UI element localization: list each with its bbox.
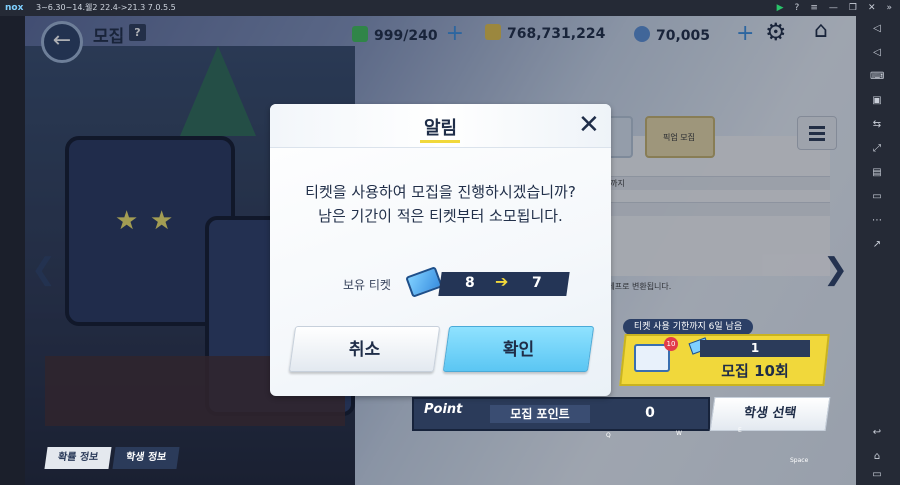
recruit-10-label: 모집 10회 <box>721 362 789 380</box>
recruit-point-label: 모집 포인트 <box>490 405 590 423</box>
volume-up-icon[interactable]: ◁ <box>870 22 884 36</box>
help-icon[interactable]: ? <box>795 0 800 16</box>
student-info-tab[interactable]: 학생 정보 <box>112 447 180 469</box>
emulator-title-bar: nox 3~6.30~14.웰2 22.4->21.3 7.0.5.5 ▶ ? … <box>0 0 900 16</box>
dialog-message: 티켓을 사용하여 모집을 진행하시겠습니까? 남은 기간이 적은 티켓부터 소모… <box>270 180 611 228</box>
sync-icon[interactable]: ⇆ <box>870 118 884 132</box>
title-underline <box>420 140 460 143</box>
menu-icon[interactable]: ≡ <box>810 0 818 16</box>
dialog-message-line1: 티켓을 사용하여 모집을 진행하시겠습니까? <box>305 183 576 201</box>
dialog-message-line2: 남은 기간이 적은 티켓부터 소모됩니다. <box>318 207 563 225</box>
close-icon[interactable]: ✕ <box>578 110 600 140</box>
point-logo: Point <box>424 402 463 417</box>
ticket-icon <box>405 266 443 298</box>
ticket-count-before: 8 <box>465 275 475 291</box>
student-select-button[interactable]: 학생 선택 <box>709 397 831 431</box>
recent-apps-icon[interactable]: ▭ <box>870 468 884 482</box>
toolbox-icon[interactable]: ▤ <box>870 166 884 180</box>
close-icon[interactable]: ✕ <box>868 0 876 16</box>
arrow-right-icon: ➔ <box>495 272 509 291</box>
window-controls: ▶ ? ≡ — ❐ ✕ » <box>777 0 892 16</box>
owned-ticket-label: 보유 티켓 <box>343 278 391 292</box>
key-hint-w: W <box>676 430 682 437</box>
recruit-point-value: 0 <box>645 405 655 421</box>
screenshot-icon[interactable]: ▣ <box>870 94 884 108</box>
ticket-count-after: 7 <box>532 275 542 291</box>
confirm-dialog: 알림 ✕ 티켓을 사용하여 모집을 진행하시겠습니까? 남은 기간이 적은 티켓… <box>270 104 611 396</box>
expand-icon[interactable]: ↗ <box>870 238 884 252</box>
back-icon[interactable]: ↩ <box>870 426 884 440</box>
emulator-sidebar: ◁ ◁ ⌨ ▣ ⇆ ⤢ ▤ ▭ ⋯ ↗ ↩ ⌂ ▭ <box>856 16 900 485</box>
cancel-button[interactable]: 취소 <box>288 326 441 372</box>
ticket-limit-notice: 티켓 사용 기한까지 6일 남음 <box>623 319 753 335</box>
ticket-count-badge: 10 <box>664 337 678 351</box>
confirm-button[interactable]: 확인 <box>442 326 595 372</box>
key-hint-space: Space <box>790 457 809 464</box>
collapse-sidebar-icon[interactable]: » <box>886 0 892 16</box>
restore-icon[interactable]: ❐ <box>849 0 857 16</box>
probability-info-tab[interactable]: 확률 정보 <box>44 447 112 469</box>
play-icon[interactable]: ▶ <box>777 0 784 16</box>
fullscreen-icon[interactable]: ⤢ <box>870 142 884 156</box>
key-hint-q: Q <box>606 432 611 439</box>
dialog-title: 알림 <box>423 118 458 139</box>
key-hint-e: E <box>738 427 742 434</box>
confirm-button-label: 확인 <box>502 340 535 360</box>
message-icon[interactable]: ▭ <box>870 190 884 204</box>
minimize-icon[interactable]: — <box>829 0 838 16</box>
more-icon[interactable]: ⋯ <box>870 214 884 228</box>
nox-logo: nox <box>5 3 24 13</box>
home-icon[interactable]: ⌂ <box>870 450 884 464</box>
window-title: 3~6.30~14.웰2 22.4->21.3 7.0.5.5 <box>36 3 176 12</box>
volume-down-icon[interactable]: ◁ <box>870 46 884 60</box>
cancel-button-label: 취소 <box>348 340 381 360</box>
keyboard-icon[interactable]: ⌨ <box>870 70 884 84</box>
recruit-10-cost: 1 <box>700 340 810 357</box>
